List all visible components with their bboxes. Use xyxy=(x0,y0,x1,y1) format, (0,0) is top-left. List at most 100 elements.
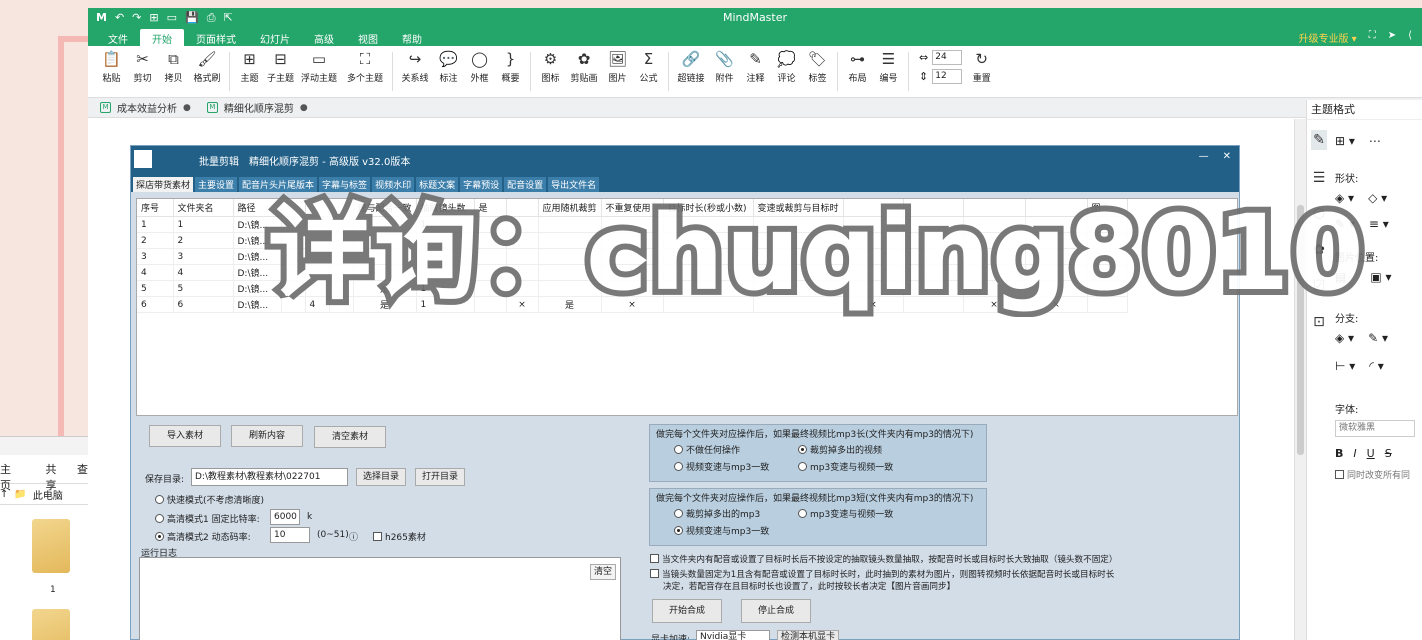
layout-grid-icon[interactable]: ⊞ ▾ xyxy=(1335,134,1355,148)
g2-video-speed-radio[interactable]: 视频变速与mp3一致 xyxy=(674,524,769,537)
folder-icon: 📁 xyxy=(14,488,27,500)
style-brush-icon[interactable]: ✎ xyxy=(1311,130,1327,150)
subtopic-button[interactable]: ⊟ 子主题 xyxy=(265,46,296,97)
g2-trim-mp3-radio[interactable]: 裁剪掉多出的mp3 xyxy=(674,507,760,520)
tab-main-settings[interactable]: 主要设置 xyxy=(195,177,238,192)
more-icon[interactable]: ⋯ xyxy=(1369,134,1381,148)
g1-opt1-label: 不做任何操作 xyxy=(686,446,741,456)
font-family-select[interactable]: 微软雅黑 xyxy=(1335,420,1415,437)
explorer-address-bar[interactable]: ↑ 📁 此电脑 xyxy=(0,483,88,505)
subtopic-icon: ⊟ xyxy=(274,50,287,68)
gpu-select[interactable]: Nvidia显卡 xyxy=(696,630,770,640)
hyperlink-button[interactable]: 🔗 超链接 xyxy=(673,46,709,97)
hq1-mode-radio[interactable]: 高清模式1 固定比特率: xyxy=(155,512,260,525)
note-button[interactable]: ✎ 注释 xyxy=(740,46,771,97)
explorer-tab-home[interactable]: 主页 xyxy=(0,461,18,492)
multi-topic-button[interactable]: ⛶ 多个主题 xyxy=(342,46,388,97)
g2-mp3-speed-radio[interactable]: mp3变速与视频一致 xyxy=(798,507,893,520)
paste-button[interactable]: 📋 粘贴 xyxy=(96,46,127,97)
boundary-button[interactable]: ◯ 外框 xyxy=(464,46,495,97)
present-icon[interactable]: ⊡ xyxy=(1313,314,1325,330)
summary-button[interactable]: } 概要 xyxy=(495,46,526,97)
refresh-content-button[interactable]: 刷新内容 xyxy=(231,425,303,447)
attachment-button[interactable]: 📎 附件 xyxy=(709,46,740,97)
minimize-icon[interactable]: — xyxy=(1199,151,1209,162)
outline-icon[interactable]: ☰ xyxy=(1313,170,1326,186)
run-log-textarea[interactable]: 清空 xyxy=(139,557,621,640)
line-style-icon[interactable]: ≡ ▾ xyxy=(1369,217,1389,231)
shape-style-icon[interactable]: ◇ ▾ xyxy=(1368,191,1387,205)
branch-fill-icon[interactable]: ◈ ▾ xyxy=(1335,331,1354,345)
image-button[interactable]: 🖼 图片 xyxy=(602,46,633,97)
stop-synthesis-button[interactable]: 停止合成 xyxy=(741,599,811,623)
topic-button[interactable]: ⊞ 主题 xyxy=(234,46,265,97)
select-dir-button[interactable]: 选择目录 xyxy=(356,468,406,486)
hq2-mode-radio[interactable]: 高清模式2 动态码率: xyxy=(155,530,251,543)
doc-tab-label: 精细化顺序混剪 xyxy=(223,104,294,115)
bitrate-input[interactable]: 6000 xyxy=(270,509,300,525)
image-sync-checkbox[interactable]: 当镜头数量固定为1且含有配音或设置了目标时长时，此时抽到的素材为图片，则图转视频… xyxy=(650,568,1114,580)
g1-trim-video-radio[interactable]: 裁剪掉多出的视频 xyxy=(798,443,882,456)
relationship-button[interactable]: ↪ 关系线 xyxy=(397,46,433,97)
save-dir-input[interactable]: D:\教程素材\教程素材\022701 xyxy=(191,468,348,486)
horizontal-spacing-input[interactable]: 24 xyxy=(932,50,963,65)
formula-button[interactable]: Σ 公式 xyxy=(633,46,664,97)
boundary-label: 外框 xyxy=(470,74,489,84)
sync-all-checkbox[interactable]: 同时改变所有同 xyxy=(1335,468,1422,481)
strikethrough-button[interactable]: S xyxy=(1385,447,1392,460)
doc-tab-fine-mix[interactable]: M 精细化顺序混剪 ● xyxy=(199,98,316,117)
copy-button[interactable]: ⧉ 拷贝 xyxy=(158,46,189,97)
close-icon[interactable]: ✕ xyxy=(1223,151,1231,162)
format-painter-button[interactable]: 🖌 格式刷 xyxy=(189,46,225,97)
bold-button[interactable]: B xyxy=(1335,447,1343,460)
layout-button[interactable]: ⊶ 布局 xyxy=(842,46,873,97)
grid-column-header[interactable]: 序号 xyxy=(137,199,174,217)
folder-thumbnail[interactable] xyxy=(32,519,70,573)
clear-material-button[interactable]: 清空素材 xyxy=(314,426,386,448)
vertical-spacing-input[interactable]: 12 xyxy=(932,69,963,84)
explorer-tab-view[interactable]: 查 xyxy=(77,461,88,483)
comment-button[interactable]: 💭 评论 xyxy=(771,46,802,97)
tag-button[interactable]: 🏷 标签 xyxy=(802,46,833,97)
help-icon[interactable]: ⓘ xyxy=(349,530,358,543)
import-material-button[interactable]: 导入素材 xyxy=(149,425,221,447)
folder-thumbnail[interactable] xyxy=(32,609,70,640)
share-icon[interactable]: ⟨ xyxy=(1408,30,1412,45)
fullscreen-icon[interactable]: ⛶ xyxy=(1369,30,1376,45)
detect-gpu-button[interactable]: 检测本机显卡 xyxy=(777,630,839,640)
italic-button[interactable]: I xyxy=(1353,447,1356,460)
tab-material[interactable]: 探店带货素材 xyxy=(133,177,194,192)
icon-button[interactable]: ⚙ 图标 xyxy=(535,46,566,97)
mindmap-file-icon: M xyxy=(100,102,111,113)
clear-log-button[interactable]: 清空 xyxy=(590,564,616,580)
g1-video-speed-radio[interactable]: 视频变速与mp3一致 xyxy=(674,460,769,473)
reset-button[interactable]: ↻ 重置 xyxy=(966,46,997,97)
callout-button[interactable]: 💬 标注 xyxy=(433,46,464,97)
upgrade-button[interactable]: 升级专业版 ▾ xyxy=(1299,30,1357,45)
duration-extract-checkbox[interactable]: 当文件夹内有配音或设置了目标时长后不按设定的抽取镜头数量抽取，按配音时长或目标时… xyxy=(650,553,1117,565)
clipart-button[interactable]: ✿ 剪贴画 xyxy=(566,46,602,97)
fast-mode-radio[interactable]: 快速模式(不考虑清晰度) xyxy=(155,493,264,506)
cut-button[interactable]: ✂ 剪切 xyxy=(127,46,158,97)
layout-label: 布局 xyxy=(848,74,867,84)
connector-style-icon[interactable]: ⊢ ▾ xyxy=(1335,359,1355,373)
h265-checkbox[interactable]: h265素材 xyxy=(373,530,426,543)
doc-tab-cost-benefit[interactable]: M 成本效益分析 ● xyxy=(92,98,199,117)
g1-mp3-speed-radio[interactable]: mp3变速与视频一致 xyxy=(798,460,893,473)
branch-line-color-icon[interactable]: ✎ ▾ xyxy=(1368,331,1388,345)
up-arrow-icon[interactable]: ↑ xyxy=(0,489,8,500)
table-cell: 3 xyxy=(173,248,234,265)
explorer-tab-share[interactable]: 共享 xyxy=(46,461,64,492)
start-synthesis-button[interactable]: 开始合成 xyxy=(652,599,722,623)
underline-button[interactable]: U xyxy=(1367,447,1375,460)
g1-no-action-radio[interactable]: 不做任何操作 xyxy=(674,443,740,456)
floating-topic-button[interactable]: ▭ 浮动主题 xyxy=(296,46,342,97)
dynamic-rate-stepper[interactable]: 10 xyxy=(270,527,310,543)
summary-icon: } xyxy=(505,50,516,68)
line-curve-icon[interactable]: ◜ ▾ xyxy=(1369,359,1383,373)
send-icon[interactable]: ➤ xyxy=(1388,30,1396,45)
numbering-button[interactable]: ☰ 编号 xyxy=(873,46,904,97)
grid-column-header[interactable]: 文件夹名 xyxy=(173,199,234,217)
image-position-dropdown-icon[interactable]: ▣ ▾ xyxy=(1370,270,1391,284)
open-dir-button[interactable]: 打开目录 xyxy=(415,468,465,486)
